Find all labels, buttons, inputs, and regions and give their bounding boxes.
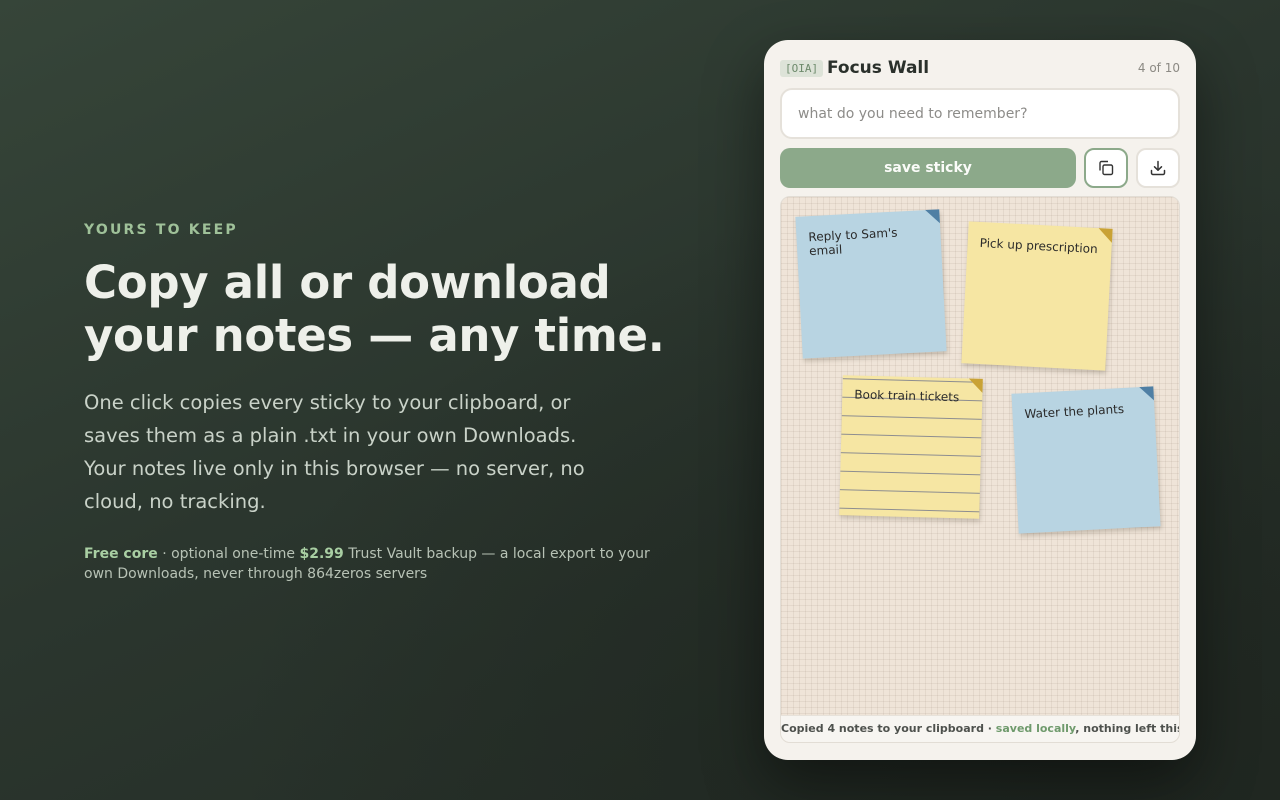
sticky-note[interactable]: Pick up prescription	[961, 221, 1113, 371]
sticky-text: Pick up prescription	[979, 235, 1099, 257]
download-button[interactable]	[1136, 148, 1180, 188]
sticky-text: Water the plants	[1024, 401, 1125, 422]
sticky-note[interactable]: Book train tickets	[839, 375, 983, 519]
price: $2.99	[299, 546, 344, 562]
copy-icon	[1099, 160, 1114, 176]
headline: Copy all or download your notes — any ti…	[84, 256, 665, 362]
status-suffix: , nothing left this browser	[1075, 722, 1179, 735]
sticky-text: Book train tickets	[854, 387, 960, 405]
sticky-text: Reply to Sam's email	[808, 225, 898, 259]
sticky-note[interactable]: Reply to Sam's email	[795, 209, 947, 359]
copy-all-button[interactable]	[1084, 148, 1128, 188]
note-count: 4 of 10	[1137, 61, 1180, 75]
sticky-board: Reply to Sam's email Pick up prescriptio…	[780, 196, 1180, 743]
status-prefix: Copied 4 notes to your clipboard ·	[781, 722, 996, 735]
download-icon	[1150, 160, 1166, 176]
app-panel: [OIA] Focus Wall 4 of 10 save sticky Rep…	[764, 40, 1196, 760]
eyebrow-label: YOURS TO KEEP	[84, 222, 238, 238]
hero-section: YOURS TO KEEP Copy all or download your …	[84, 220, 704, 584]
lede-paragraph: One click copies every sticky to your cl…	[84, 391, 585, 513]
wall-title: Focus Wall	[827, 58, 930, 78]
app-header: [OIA] Focus Wall 4 of 10	[780, 57, 1180, 79]
free-core-label: Free core	[84, 546, 158, 562]
folded-corner	[925, 209, 940, 225]
status-bar: Copied 4 notes to your clipboard · saved…	[781, 715, 1179, 742]
sticky-note[interactable]: Water the plants	[1011, 386, 1161, 534]
pricing-text-a: · optional one-time	[157, 546, 300, 562]
folded-corner	[1097, 228, 1113, 243]
status-saved-locally: saved locally	[995, 722, 1076, 735]
app-badge: [OIA]	[780, 60, 824, 77]
folded-corner	[1139, 386, 1154, 402]
folded-corner	[968, 378, 983, 393]
save-sticky-button[interactable]: save sticky	[780, 148, 1076, 188]
note-input[interactable]	[780, 88, 1180, 139]
pricing-note: Free core · optional one-time $2.99 Trus…	[84, 544, 674, 584]
